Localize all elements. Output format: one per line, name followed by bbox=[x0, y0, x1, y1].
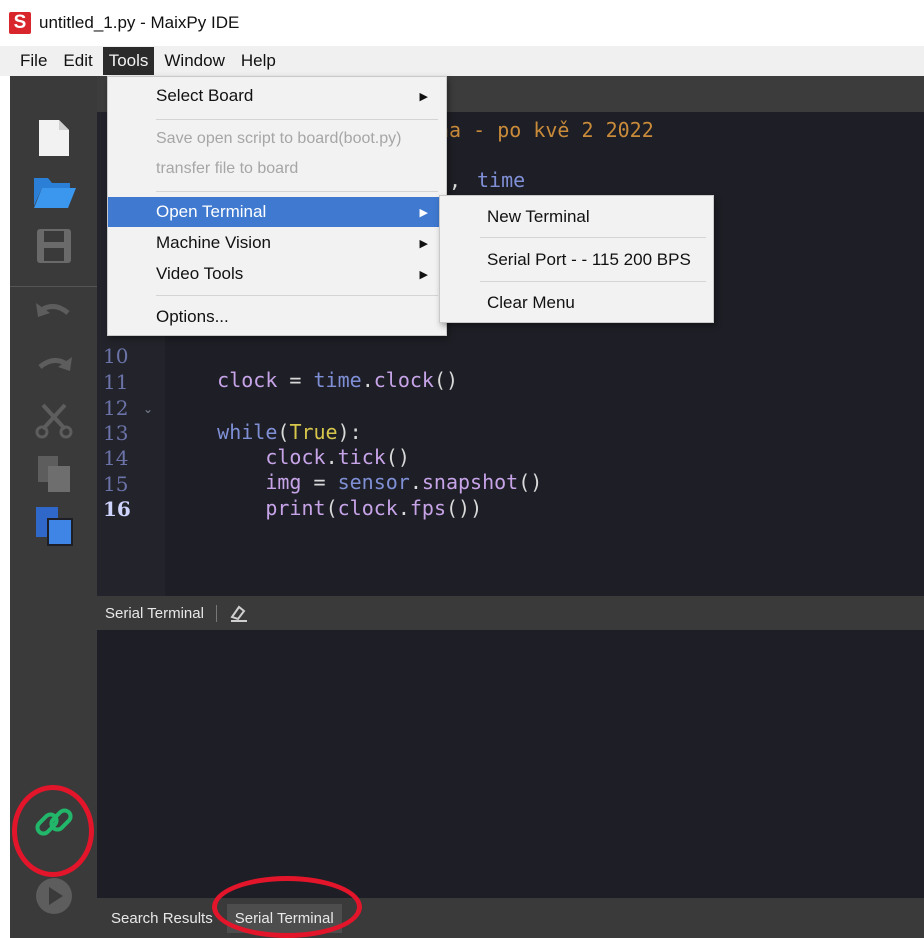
menu-separator bbox=[480, 237, 706, 238]
serial-terminal-title: Serial Terminal bbox=[97, 604, 217, 622]
menu-item-machine-vision[interactable]: Machine Vision ▶ bbox=[108, 228, 446, 258]
serial-terminal-output[interactable] bbox=[97, 630, 924, 898]
menu-item-label: Open Terminal bbox=[156, 202, 267, 221]
menu-item-save-script-to-board: Save open script to board(boot.py) bbox=[108, 124, 446, 154]
toolbar-divider bbox=[10, 286, 97, 287]
code-import-separator: , bbox=[449, 168, 462, 192]
bottom-panel-tabs: Search Results Serial Terminal bbox=[97, 898, 924, 938]
menu-item-video-tools[interactable]: Video Tools ▶ bbox=[108, 259, 446, 289]
menu-item-new-terminal[interactable]: New Terminal bbox=[440, 201, 713, 233]
menu-item-label: Video Tools bbox=[156, 264, 244, 283]
menu-item-select-board[interactable]: Select Board ▶ bbox=[108, 81, 446, 111]
menu-separator bbox=[156, 191, 438, 192]
undo-icon[interactable] bbox=[32, 292, 76, 336]
menu-item-label: Serial Port - - 115 200 BPS bbox=[487, 250, 691, 269]
app-logo-icon: S bbox=[9, 12, 31, 34]
menu-item-label: transfer file to board bbox=[156, 160, 299, 177]
line-number-current: 16 bbox=[103, 497, 131, 521]
line-number: 10 bbox=[103, 344, 129, 368]
window-title: untitled_1.py - MaixPy IDE bbox=[39, 13, 240, 32]
menu-item-label: Save open script to board(boot.py) bbox=[156, 130, 402, 147]
save-icon[interactable] bbox=[32, 224, 76, 268]
submenu-arrow-icon: ▶ bbox=[419, 206, 428, 219]
menu-item-label: Select Board bbox=[156, 86, 254, 105]
menu-item-open-terminal[interactable]: Open Terminal ▶ bbox=[108, 197, 446, 227]
code-comment-fragment: ha - po kvě 2 2022 bbox=[437, 118, 654, 142]
line-number: 14 bbox=[103, 446, 129, 470]
menu-separator bbox=[480, 281, 706, 282]
line-number: 12 bbox=[103, 396, 129, 420]
menu-separator bbox=[156, 119, 438, 120]
code-import-fragment: time bbox=[477, 168, 526, 192]
menu-item-transfer-file: transfer file to board bbox=[108, 154, 446, 184]
line-number: 13 bbox=[103, 421, 129, 445]
menu-item-label: New Terminal bbox=[487, 207, 590, 226]
code-line-15: print(clock.fps()) bbox=[265, 496, 483, 520]
open-terminal-submenu: New Terminal Serial Port - - 115 200 BPS… bbox=[439, 195, 714, 323]
cut-icon[interactable] bbox=[32, 398, 76, 442]
open-folder-icon[interactable] bbox=[32, 170, 76, 214]
tools-menu-dropdown: Select Board ▶ Save open script to board… bbox=[107, 76, 447, 336]
menu-file[interactable]: File bbox=[14, 47, 53, 75]
menu-item-label: Clear Menu bbox=[487, 293, 575, 312]
submenu-arrow-icon: ▶ bbox=[419, 237, 428, 250]
menu-edit[interactable]: Edit bbox=[57, 47, 98, 75]
serial-terminal-header: Serial Terminal bbox=[97, 596, 924, 630]
submenu-arrow-icon: ▶ bbox=[419, 268, 428, 281]
run-icon[interactable] bbox=[32, 874, 76, 918]
redo-icon[interactable] bbox=[32, 346, 76, 390]
tab-search-results[interactable]: Search Results bbox=[103, 904, 221, 933]
menu-separator bbox=[156, 295, 438, 296]
paste-icon[interactable] bbox=[32, 504, 76, 548]
copy-icon[interactable] bbox=[32, 452, 76, 496]
menu-window[interactable]: Window bbox=[158, 47, 230, 75]
clear-terminal-icon[interactable] bbox=[229, 603, 249, 623]
fold-chevron-icon[interactable]: ⌄ bbox=[143, 402, 153, 416]
new-file-icon[interactable] bbox=[32, 116, 76, 160]
menu-item-options[interactable]: Options... bbox=[108, 302, 446, 332]
title-bar: S untitled_1.py - MaixPy IDE bbox=[0, 0, 924, 46]
menu-tools[interactable]: Tools bbox=[102, 47, 155, 75]
menu-item-label: Options... bbox=[156, 307, 229, 326]
menu-item-serial-port[interactable]: Serial Port - - 115 200 BPS bbox=[440, 244, 713, 276]
menu-help[interactable]: Help bbox=[235, 47, 282, 75]
menu-bar: File Edit Tools Window Help bbox=[0, 46, 924, 76]
line-number: 11 bbox=[103, 370, 129, 394]
tab-serial-terminal[interactable]: Serial Terminal bbox=[226, 903, 342, 933]
line-number: 15 bbox=[103, 472, 129, 496]
connect-link-icon[interactable] bbox=[32, 800, 76, 844]
submenu-arrow-icon: ▶ bbox=[419, 90, 428, 103]
left-toolbar bbox=[10, 76, 97, 938]
menu-item-label: Machine Vision bbox=[156, 233, 271, 252]
menu-item-clear-menu[interactable]: Clear Menu bbox=[440, 287, 713, 319]
